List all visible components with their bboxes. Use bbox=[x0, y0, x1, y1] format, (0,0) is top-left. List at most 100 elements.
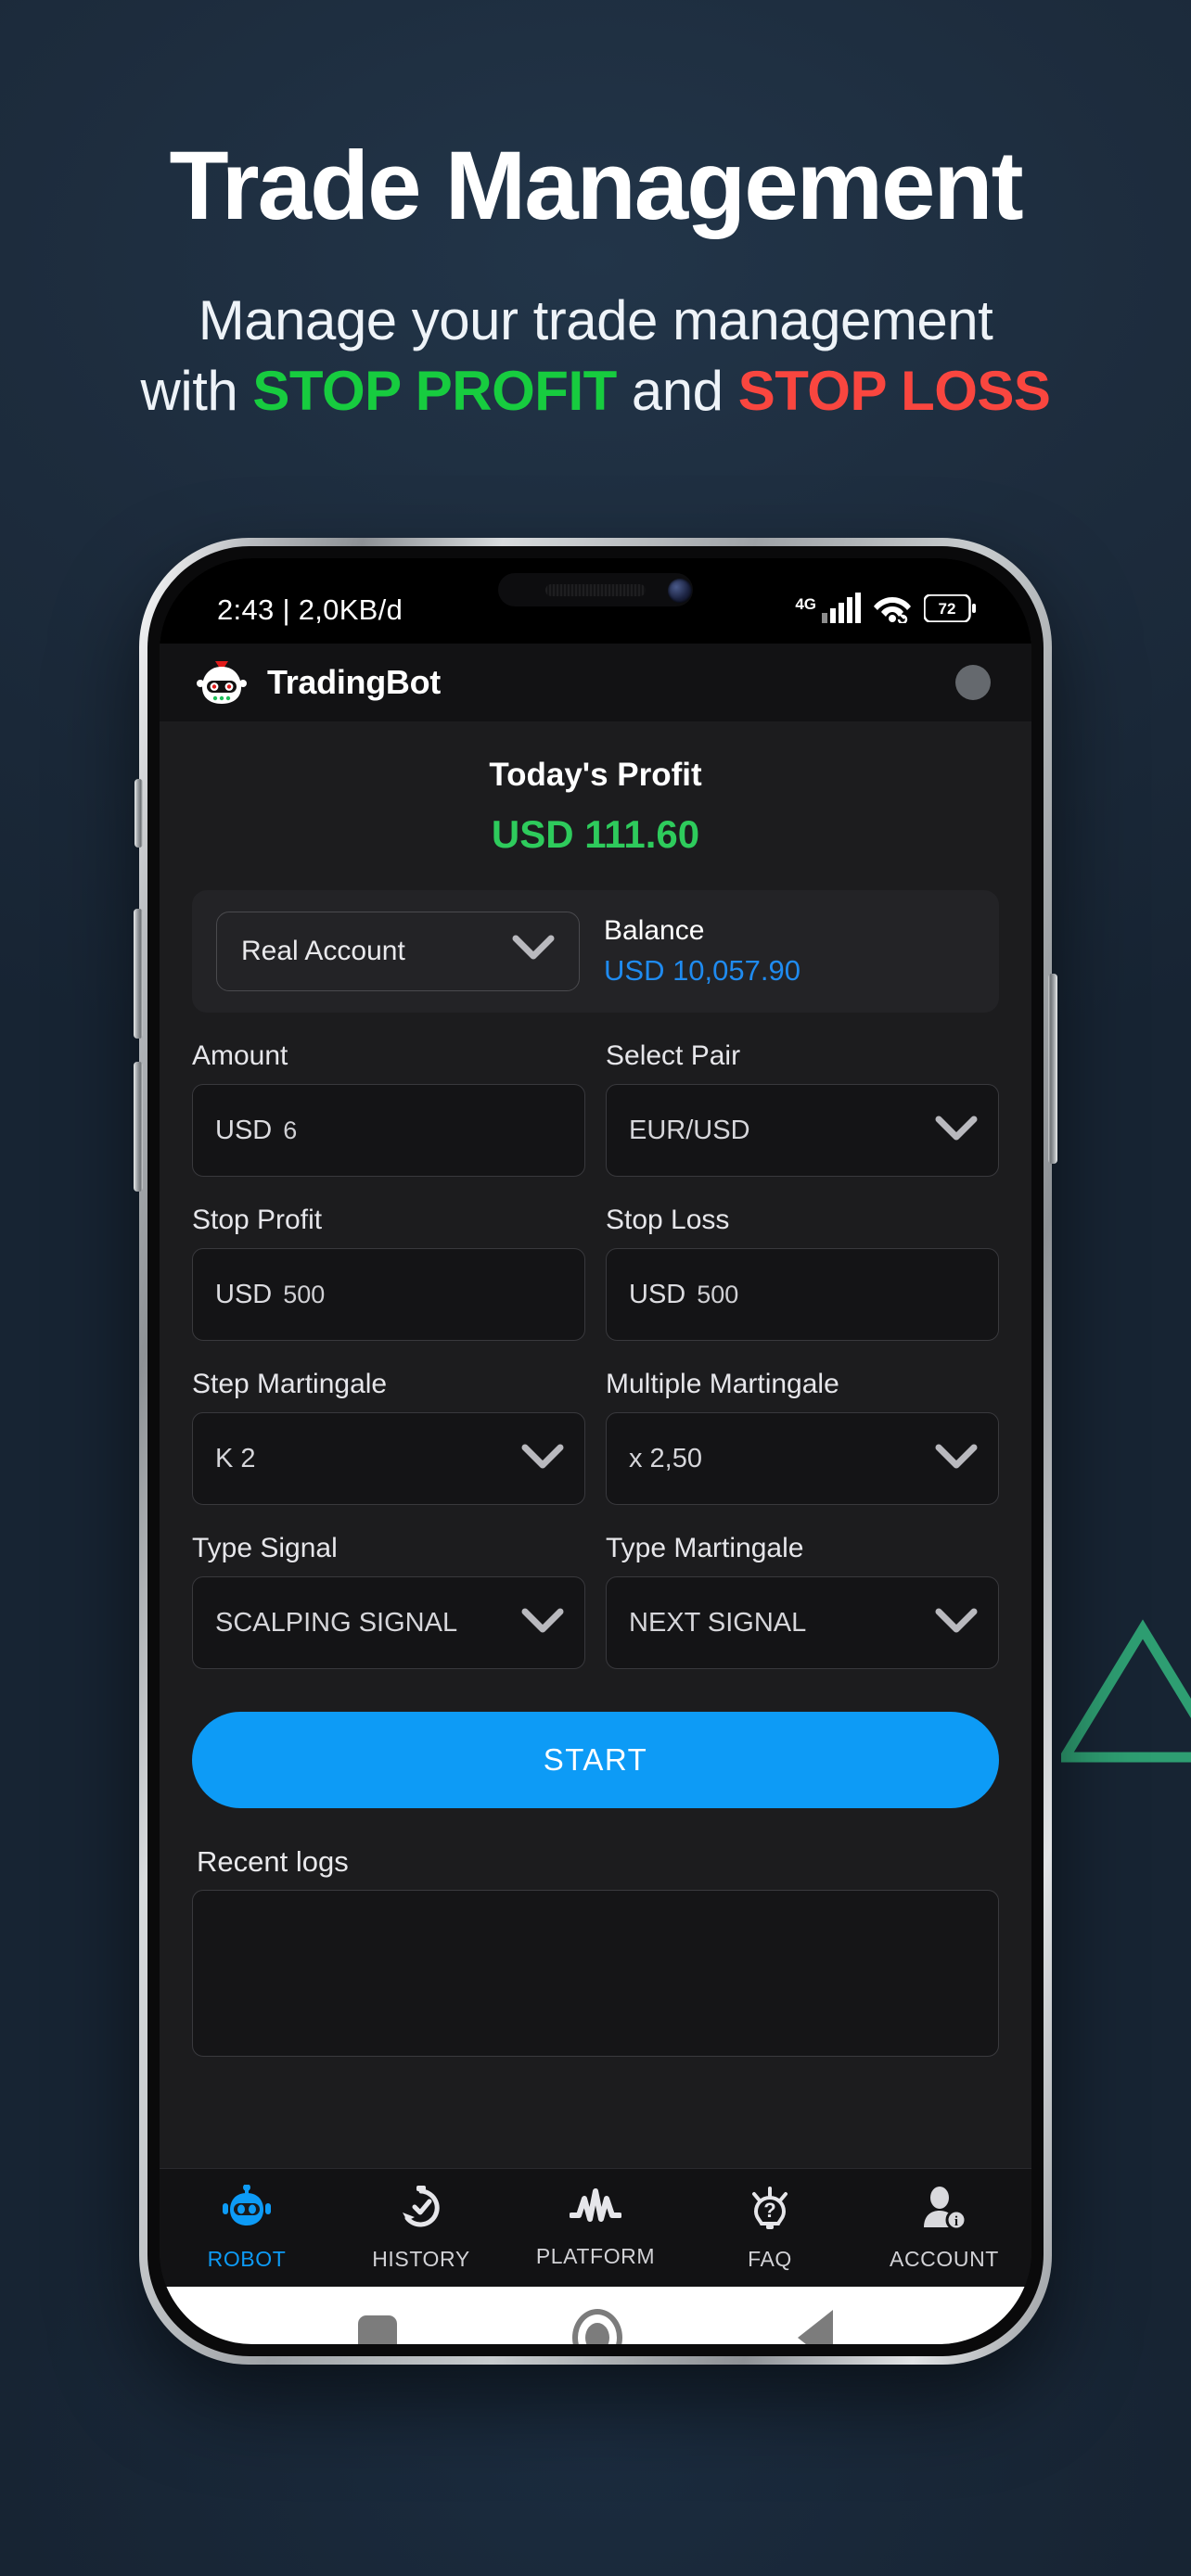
chevron-down-icon bbox=[521, 1444, 564, 1474]
network-type-label: 4G bbox=[795, 594, 816, 613]
type-martingale-dropdown[interactable]: NEXT SIGNAL bbox=[606, 1576, 999, 1669]
step-martingale-field-group: Step Martingale K 2 bbox=[192, 1369, 585, 1505]
promo-subtitle-line2: with STOP PROFIT and STOP LOSS bbox=[0, 356, 1191, 427]
subtitle-stop-profit: STOP PROFIT bbox=[252, 360, 617, 423]
multiple-martingale-dropdown[interactable]: x 2,50 bbox=[606, 1412, 999, 1505]
chart-wave-icon bbox=[569, 2187, 622, 2233]
account-type-dropdown[interactable]: Real Account bbox=[216, 912, 580, 991]
todays-profit-value: USD 111.60 bbox=[491, 812, 700, 856]
amount-value: 6 bbox=[283, 1116, 298, 1144]
multiple-martingale-value: x 2,50 bbox=[629, 1443, 702, 1473]
account-balance-card: Real Account Balance USD 10,057.90 bbox=[192, 890, 999, 1013]
chevron-down-icon bbox=[935, 1444, 978, 1474]
nav-label-faq: FAQ bbox=[748, 2246, 792, 2271]
type-signal-value: SCALPING SIGNAL bbox=[215, 1607, 458, 1638]
stop-profit-value: 500 bbox=[283, 1280, 326, 1308]
nav-label-history: HISTORY bbox=[372, 2246, 470, 2271]
square-recents-icon[interactable] bbox=[358, 2315, 398, 2344]
stop-loss-unit: USD bbox=[629, 1279, 686, 1309]
nav-label-robot: ROBOT bbox=[207, 2246, 287, 2271]
subtitle-mid: and bbox=[616, 360, 738, 423]
amount-input[interactable]: USD 6 bbox=[192, 1084, 585, 1177]
power-button[interactable] bbox=[1048, 974, 1057, 1164]
account-type-value: Real Account bbox=[241, 936, 405, 966]
recent-logs-box[interactable] bbox=[192, 1890, 999, 2057]
type-martingale-field-group: Type Martingale NEXT SIGNAL bbox=[606, 1533, 999, 1669]
earpiece-speaker-icon bbox=[545, 583, 646, 596]
person-info-icon: i bbox=[921, 2185, 967, 2236]
silence-switch-button[interactable] bbox=[134, 779, 143, 848]
circle-home-icon[interactable] bbox=[571, 2309, 622, 2344]
dynamic-island bbox=[498, 573, 693, 606]
step-martingale-dropdown[interactable]: K 2 bbox=[192, 1412, 585, 1505]
form-row-stop-profit-loss: Stop Profit USD 500 Stop Loss USD 500 bbox=[187, 1205, 1004, 1341]
stop-profit-input[interactable]: USD 500 bbox=[192, 1248, 585, 1341]
chevron-down-icon bbox=[935, 1608, 978, 1639]
type-signal-label: Type Signal bbox=[192, 1533, 338, 1563]
select-pair-dropdown[interactable]: EUR/USD bbox=[606, 1084, 999, 1177]
nav-item-faq[interactable]: ? FAQ bbox=[683, 2185, 857, 2272]
history-clock-icon bbox=[398, 2185, 444, 2236]
app-main-content: Today's Profit USD 111.60 Real Account B… bbox=[160, 721, 1031, 2168]
step-martingale-label: Step Martingale bbox=[192, 1369, 388, 1399]
recent-logs-label: Recent logs bbox=[197, 1845, 349, 1878]
stop-loss-value: 500 bbox=[697, 1280, 739, 1308]
select-pair-field-group: Select Pair EUR/USD bbox=[606, 1040, 999, 1177]
wifi-icon bbox=[874, 593, 911, 628]
multiple-martingale-label: Multiple Martingale bbox=[606, 1369, 839, 1399]
stop-profit-field-group: Stop Profit USD 500 bbox=[192, 1205, 585, 1341]
decorative-triangle-icon bbox=[1061, 1618, 1191, 1766]
nav-label-platform: PLATFORM bbox=[535, 2243, 656, 2268]
type-signal-dropdown[interactable]: SCALPING SIGNAL bbox=[192, 1576, 585, 1669]
todays-profit-label: Today's Profit bbox=[489, 757, 702, 793]
stop-loss-field-group: Stop Loss USD 500 bbox=[606, 1205, 999, 1341]
status-icons: 4G 72 bbox=[795, 574, 976, 629]
form-row-type: Type Signal SCALPING SIGNAL Type Marting… bbox=[187, 1533, 1004, 1669]
android-navigation-bar bbox=[160, 2287, 1031, 2344]
stop-profit-unit: USD bbox=[215, 1279, 273, 1309]
step-martingale-value: K 2 bbox=[215, 1443, 256, 1473]
multiple-martingale-field-group: Multiple Martingale x 2,50 bbox=[606, 1369, 999, 1505]
svg-text:72: 72 bbox=[939, 600, 956, 618]
status-bar: 2:43 | 2,0KB/d 4G 72 bbox=[160, 558, 1031, 644]
balance-value: USD 10,057.90 bbox=[604, 954, 800, 987]
chevron-down-icon bbox=[512, 935, 555, 968]
robot-head-icon bbox=[195, 656, 249, 709]
start-button[interactable]: START bbox=[192, 1712, 999, 1808]
nav-item-platform[interactable]: PLATFORM bbox=[508, 2187, 683, 2269]
svg-text:?: ? bbox=[763, 2199, 775, 2222]
avatar-icon[interactable] bbox=[955, 665, 991, 700]
chevron-down-icon bbox=[521, 1608, 564, 1639]
app-title: TradingBot bbox=[267, 663, 441, 701]
amount-field-group: Amount USD 6 bbox=[192, 1040, 585, 1177]
page-title: Trade Management bbox=[169, 132, 1023, 240]
chevron-down-icon bbox=[935, 1116, 978, 1146]
nav-item-robot[interactable]: ROBOT bbox=[160, 2183, 334, 2272]
stop-loss-input[interactable]: USD 500 bbox=[606, 1248, 999, 1341]
type-martingale-value: NEXT SIGNAL bbox=[629, 1607, 807, 1638]
triangle-back-icon[interactable] bbox=[797, 2310, 833, 2344]
form-row-martingale: Step Martingale K 2 Multiple Martingale … bbox=[187, 1369, 1004, 1505]
subtitle-stop-loss: STOP LOSS bbox=[737, 360, 1051, 423]
bottom-navigation-bar: ROBOT HISTORY PLATFORM ? FAQ i ACCOUNT bbox=[160, 2168, 1031, 2287]
phone-screen: 2:43 | 2,0KB/d 4G 72 TradingBot Today's … bbox=[160, 558, 1031, 2344]
front-camera-icon bbox=[668, 579, 692, 603]
status-time-data: 2:43 | 2,0KB/d bbox=[217, 593, 403, 626]
promo-header: Trade Management Manage your trade manag… bbox=[0, 0, 1191, 427]
stop-loss-label: Stop Loss bbox=[606, 1205, 730, 1235]
balance-label: Balance bbox=[604, 915, 705, 946]
nav-label-account: ACCOUNT bbox=[890, 2246, 999, 2271]
signal-bars-icon bbox=[822, 592, 861, 629]
promo-subtitle-line1: Manage your trade management bbox=[198, 289, 993, 351]
battery-icon: 72 bbox=[923, 593, 976, 627]
volume-up-button[interactable] bbox=[134, 909, 143, 1039]
volume-down-button[interactable] bbox=[134, 1062, 143, 1192]
promo-subtitle: Manage your trade management with STOP P… bbox=[0, 286, 1191, 427]
type-signal-field-group: Type Signal SCALPING SIGNAL bbox=[192, 1533, 585, 1669]
subtitle-pre: with bbox=[140, 360, 253, 423]
amount-unit: USD bbox=[215, 1115, 273, 1145]
nav-item-history[interactable]: HISTORY bbox=[334, 2185, 508, 2272]
svg-text:i: i bbox=[954, 2214, 958, 2229]
nav-item-account[interactable]: i ACCOUNT bbox=[857, 2185, 1031, 2272]
lightbulb-question-icon: ? bbox=[748, 2185, 792, 2236]
